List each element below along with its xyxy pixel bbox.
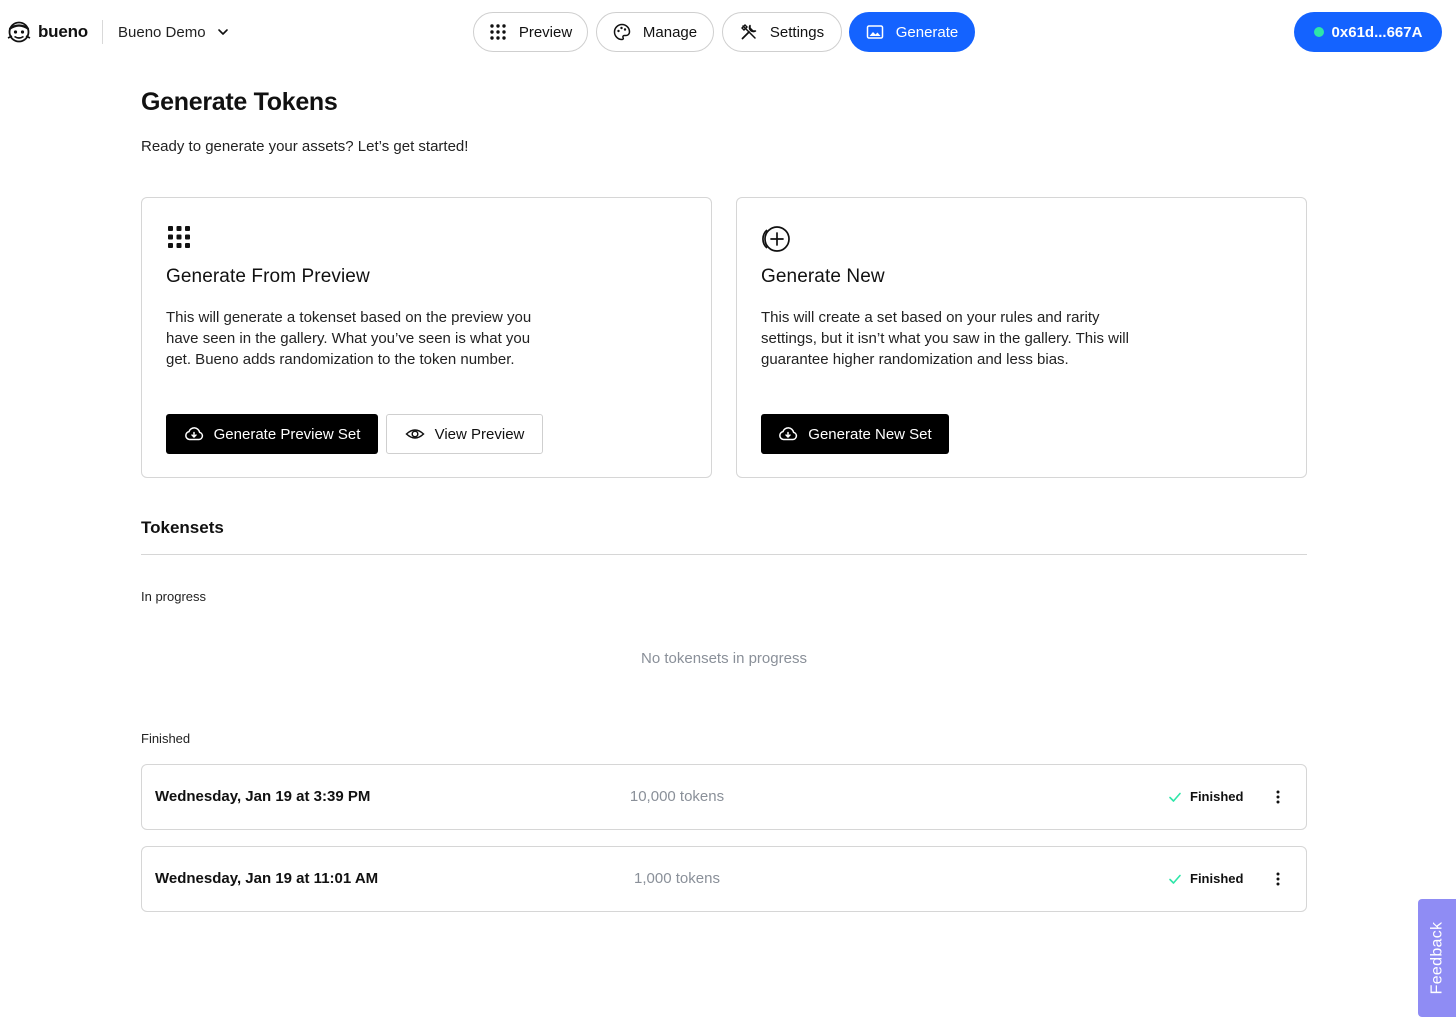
in-progress-label: In progress (141, 589, 207, 604)
project-selector[interactable]: Bueno Demo (118, 20, 230, 44)
nav-settings[interactable]: Settings (722, 12, 842, 52)
brand[interactable]: bueno (6, 19, 88, 45)
chevron-down-icon (217, 29, 228, 35)
brand-name: bueno (38, 22, 88, 41)
generate-preview-set-label: Generate Preview Set (213, 425, 361, 443)
nav-settings-label: Settings (769, 23, 825, 41)
tokenset-status-label: Finished (1190, 789, 1244, 804)
top-bar: bueno Bueno Demo Preview Manage Settings (0, 0, 1456, 64)
nav-preview[interactable]: Preview (473, 12, 588, 52)
nav-manage[interactable]: Manage (596, 12, 714, 52)
wallet-status-dot (1313, 27, 1324, 37)
more-vertical-icon (1276, 872, 1280, 886)
generate-new-set-label: Generate New Set (808, 425, 932, 443)
empty-state-message: No tokensets in progress (641, 650, 807, 667)
row-more-menu-button[interactable] (1268, 786, 1288, 808)
row-more-menu-button[interactable] (1268, 868, 1288, 890)
eye-icon (405, 429, 425, 439)
add-circle-icon (762, 226, 790, 252)
tokenset-date: Wednesday, Jan 19 at 11:01 AM (155, 870, 379, 887)
tokensets-title: Tokensets (141, 518, 224, 537)
nav-generate-label: Generate (895, 23, 959, 41)
palette-icon (613, 23, 631, 41)
page-title: Generate Tokens (141, 88, 338, 116)
cloud-download-icon (184, 427, 203, 441)
card-description: This will create a set based on your rul… (761, 309, 1129, 368)
generate-preview-set-button[interactable]: Generate Preview Set (166, 414, 378, 454)
nav-manage-label: Manage (642, 23, 698, 41)
generate-new-set-button[interactable]: Generate New Set (761, 414, 949, 454)
tokenset-date: Wednesday, Jan 19 at 3:39 PM (155, 788, 371, 805)
generate-from-preview-card: Generate From Preview This will generate… (141, 197, 712, 478)
feedback-tab[interactable]: Feedback (1418, 899, 1456, 1017)
feedback-label: Feedback (1428, 921, 1446, 995)
image-icon (866, 25, 883, 39)
grid-dots-icon (168, 226, 190, 248)
wallet-address: 0x61d...667A (1331, 23, 1423, 41)
grid-dots-icon (490, 24, 506, 40)
nav-generate[interactable]: Generate (849, 12, 975, 52)
tokenset-status: Finished (1168, 871, 1243, 886)
check-icon (1169, 874, 1181, 884)
section-divider (141, 554, 1307, 555)
view-preview-button[interactable]: View Preview (386, 414, 543, 454)
wallet-button[interactable]: 0x61d...667A (1294, 12, 1442, 52)
tokenset-row[interactable]: Wednesday, Jan 19 at 11:01 AM 1,000 toke… (141, 846, 1307, 912)
tokenset-status-label: Finished (1190, 871, 1244, 886)
view-preview-label: View Preview (434, 425, 525, 443)
tokenset-count: 1,000 tokens (634, 870, 720, 887)
tokenset-row[interactable]: Wednesday, Jan 19 at 3:39 PM 10,000 toke… (141, 764, 1307, 830)
bueno-logo-icon (7, 21, 31, 43)
nav-preview-label: Preview (518, 23, 573, 41)
tokenset-status: Finished (1168, 789, 1243, 804)
brand-divider (102, 20, 103, 44)
tokenset-count: 10,000 tokens (629, 788, 725, 805)
card-title: Generate New (761, 266, 885, 287)
page-subtitle: Ready to generate your assets? Let’s get… (141, 138, 469, 155)
card-title: Generate From Preview (166, 266, 370, 287)
more-vertical-icon (1276, 790, 1280, 804)
cloud-download-icon (779, 427, 798, 441)
project-name: Bueno Demo (118, 23, 206, 41)
tools-icon (740, 24, 757, 40)
generate-new-card: Generate New This will create a set base… (736, 197, 1307, 478)
finished-label: Finished (141, 731, 191, 746)
card-description: This will generate a tokenset based on t… (166, 309, 532, 368)
check-icon (1169, 792, 1181, 802)
